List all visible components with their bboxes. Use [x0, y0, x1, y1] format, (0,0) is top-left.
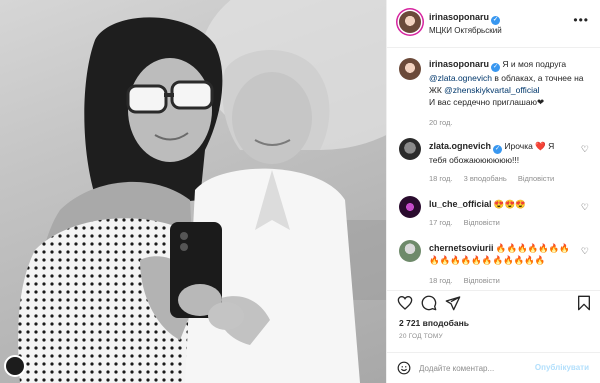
caption-author-avatar[interactable]	[399, 58, 421, 80]
likes-count[interactable]: 2 721 вподобань	[399, 318, 469, 328]
comment-likes[interactable]: 3 вподобань	[464, 174, 507, 183]
comment-time: 18 год.	[429, 276, 453, 285]
post-photo[interactable]	[0, 0, 386, 383]
comment-avatar[interactable]	[399, 138, 421, 160]
comment-heart-emoji: ❤️	[535, 141, 546, 151]
post-header: irinasoponaru ✓ МЦКИ Октябрьский •••	[387, 0, 600, 48]
post-panel: irinasoponaru ✓ МЦКИ Октябрьский ••• irin…	[386, 0, 600, 383]
caption-mention-kvartal[interactable]: @zhenskiykvartal_official	[444, 85, 539, 95]
comment-username[interactable]: chernetsoviurii	[429, 243, 494, 253]
comment-meta: 18 год. 3 вподобань Відповісти	[429, 174, 563, 183]
verified-badge-icon: ✓	[491, 16, 501, 25]
caption-heart-emoji: ❤	[536, 97, 545, 107]
comment-time: 18 год.	[429, 174, 453, 183]
comment-reply-button[interactable]: Відповісти	[464, 276, 500, 285]
caption-text-1: Я и моя подруга	[500, 59, 567, 69]
comment-reply-button[interactable]: Відповісти	[518, 174, 554, 183]
comment-text: 😍😍😍	[493, 199, 526, 209]
tagged-user-icon[interactable]	[4, 355, 26, 377]
verified-badge-icon: ✓	[491, 63, 501, 72]
comment-meta: 17 год. Відповісти	[429, 218, 509, 227]
more-horizontal-icon[interactable]: •••	[573, 13, 589, 27]
verified-badge-icon: ✓	[493, 145, 503, 154]
comment-body: lu_che_official 😍😍😍	[429, 198, 574, 210]
comment-reply-button[interactable]: Відповісти	[464, 218, 500, 227]
post-location[interactable]: МЦКИ Октябрьский	[429, 26, 502, 35]
comment-username[interactable]: zlata.ognevich	[429, 141, 491, 151]
comment-avatar[interactable]	[399, 196, 421, 218]
heart-icon[interactable]	[397, 295, 413, 311]
caption-text-3: И вас сердечно приглашаю	[429, 97, 537, 107]
comment-avatar[interactable]	[399, 240, 421, 262]
caption-body: irinasoponaru ✓ Я и моя подруга @zlata.og…	[429, 58, 593, 108]
like-comment-heart-icon[interactable]: ♡	[581, 144, 589, 155]
comment-icon[interactable]	[421, 295, 437, 311]
add-comment-bar: Опублікувати	[387, 352, 600, 383]
comment-body: chernetsoviurii 🔥🔥🔥🔥🔥🔥🔥🔥🔥🔥🔥🔥🔥🔥🔥🔥🔥🔥	[429, 242, 574, 266]
bookmark-icon[interactable]	[577, 295, 591, 311]
like-comment-heart-icon[interactable]: ♡	[581, 246, 589, 257]
author-avatar[interactable]	[399, 11, 421, 33]
author-username[interactable]: irinasoponaru ✓	[429, 12, 501, 25]
emoji-icon[interactable]	[397, 361, 411, 375]
add-comment-input[interactable]	[419, 361, 539, 375]
caption-mention-zlata[interactable]: @zlata.ognevich	[429, 73, 492, 83]
comment-text: Ирочка	[504, 141, 533, 151]
photo-illustration	[18, 0, 386, 383]
comment-time: 17 год.	[429, 218, 453, 227]
caption-author-username[interactable]: irinasoponaru	[429, 59, 489, 69]
comment-body: zlata.ognevich ✓ Ирочка ❤️ Я тебя обожаюю…	[429, 140, 574, 166]
post-time-ago: 20 ГОД ТОМУ	[399, 333, 443, 340]
publish-comment-button[interactable]: Опублікувати	[535, 363, 589, 372]
author-username-text[interactable]: irinasoponaru	[429, 12, 489, 22]
comment-meta: 18 год. Відповісти	[429, 276, 509, 285]
like-comment-heart-icon[interactable]: ♡	[581, 202, 589, 213]
comment-username[interactable]: lu_che_official	[429, 199, 492, 209]
caption-time: 20 год.	[429, 118, 453, 127]
action-bar	[387, 290, 600, 320]
share-icon[interactable]	[445, 295, 461, 311]
